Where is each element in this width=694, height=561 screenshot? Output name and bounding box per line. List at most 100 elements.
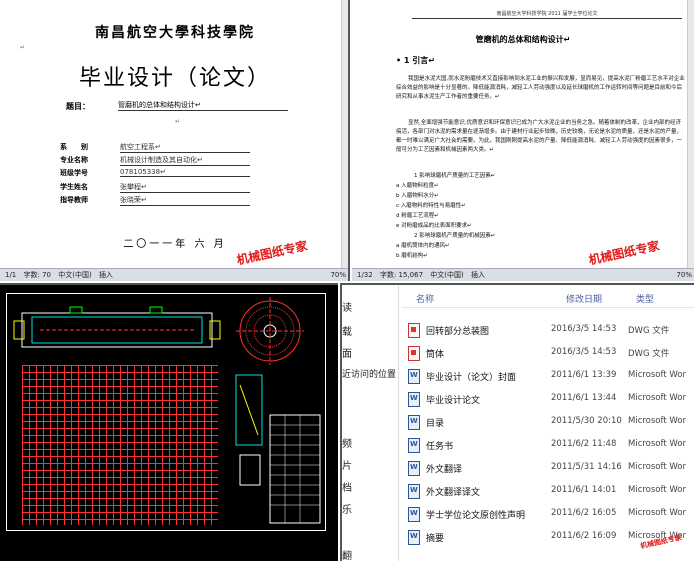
column-headers: 名称 修改日期 类型 [402, 285, 694, 308]
field-label: 专业名称 [60, 156, 88, 164]
liner-plate-grid [22, 365, 218, 525]
status-zoom[interactable]: 70% [676, 269, 692, 281]
detail-view [239, 454, 261, 486]
file-row[interactable]: 毕业设计（论文）封面 2011/6/1 13:39 Microsoft Wor [402, 365, 694, 387]
file-date: 2011/5/31 14:16 [551, 462, 622, 472]
nav-item[interactable]: 片 [342, 457, 352, 472]
thesis-cover-title: 毕业设计（论文） [78, 66, 271, 91]
list-item: c 入磨物料的特性与易磨性↵ [396, 203, 466, 209]
file-date: 2011/6/1 13:44 [551, 393, 617, 403]
vertical-scrollbar[interactable] [687, 0, 694, 269]
cover-document-window: 南昌航空大學科技學院 ↵ 毕业设计（论文） 题目： 管磨机的总体和结构设计↵ ↵… [0, 0, 350, 281]
paragraph-mark: ↵ [175, 118, 181, 125]
list-item: b 磨机结构↵ [396, 253, 428, 259]
list-item: b 入磨物料水分↵ [396, 193, 439, 199]
status-mode[interactable]: 插入 [471, 271, 485, 279]
status-bar: 1/32 字数: 15,067 中文(中国) 插入 70% [352, 268, 694, 281]
word-file-icon [408, 415, 420, 430]
nav-item[interactable]: 频 [342, 435, 352, 450]
file-row[interactable]: 目录 2011/5/30 20:10 Microsoft Wor [402, 411, 694, 433]
file-type: DWG 文件 [628, 349, 670, 359]
file-date: 2011/6/1 13:39 [551, 370, 617, 380]
page-header: 南昌航空大学科技学院 2011 届学士学位论文 [412, 10, 682, 19]
nav-item[interactable]: 翻 [342, 547, 352, 561]
nav-item[interactable]: 乐 [342, 501, 352, 516]
word-file-icon [408, 392, 420, 407]
nav-item-recent-places[interactable]: 近访问的位置 [342, 367, 396, 380]
column-header-name[interactable]: 名称 [416, 292, 434, 305]
file-name: 毕业设计（论文）封面 [426, 373, 517, 383]
vertical-scrollbar[interactable] [341, 0, 348, 269]
dwg-file-icon [408, 323, 420, 338]
status-bar: 1/1 字数: 70 中文(中国) 插入 70% [0, 268, 348, 281]
file-name: 学士学位论文原创性声明 [426, 511, 526, 521]
file-row[interactable]: 毕业设计论文 2011/6/1 13:44 Microsoft Wor [402, 388, 694, 410]
file-name: 目录 [426, 419, 445, 429]
navigation-pane: 读 载 面 近访问的位置 频 片 档 乐 翻 [342, 285, 399, 561]
file-date: 2011/6/2 11:48 [551, 439, 617, 449]
file-row[interactable]: 外文翻译译文 2011/6/1 14:01 Microsoft Wor [402, 480, 694, 502]
word-file-icon [408, 438, 420, 453]
status-words[interactable]: 字数: 15,067 [380, 271, 423, 279]
body-paragraph: 我国是水泥大国,而水泥粉磨技术又直接影响到水泥工业的振兴和发展，显而易见，提高水… [396, 76, 685, 100]
watermark: 机械图纸专家 [587, 238, 661, 268]
file-row[interactable]: 任务书 2011/6/2 11:48 Microsoft Wor [402, 434, 694, 456]
file-type: DWG 文件 [628, 326, 670, 336]
status-page[interactable]: 1/32 [357, 271, 373, 279]
file-explorer-window: 读 载 面 近访问的位置 频 片 档 乐 翻 名称 修改日期 类型 回转部分总装… [340, 283, 694, 561]
cad-drawing-window[interactable] [0, 283, 338, 561]
cylinder-liner [31, 316, 203, 344]
nav-item[interactable]: 载 [342, 323, 352, 338]
file-type: Microsoft Wor [628, 508, 686, 518]
status-page[interactable]: 1/1 [5, 271, 16, 279]
status-words[interactable]: 字数: 70 [24, 271, 52, 279]
file-name: 毕业设计论文 [426, 396, 481, 406]
file-row[interactable]: 筒体 2016/3/5 14:53 DWG 文件 [402, 342, 694, 364]
file-date: 2011/6/2 16:05 [551, 508, 617, 518]
file-date: 2011/6/1 14:01 [551, 485, 617, 495]
field-value: 机械设计制造及其自动化↵ [120, 155, 250, 166]
column-header-date[interactable]: 修改日期 [566, 292, 602, 305]
field-label: 班级学号 [60, 169, 88, 177]
file-name: 摘要 [426, 534, 445, 544]
manhole [69, 306, 83, 314]
list-item: 2 影响球磨机产质量的机械因素↵ [414, 233, 496, 239]
status-mode[interactable]: 插入 [99, 271, 113, 279]
body-paragraph: 显然,全面增强节能意识,优质意识和环保意识已成为广大水泥企业的当务之急。随着体制… [396, 120, 683, 153]
nav-item[interactable]: 面 [342, 345, 352, 360]
school-name: 南昌航空大學科技學院 [95, 25, 255, 41]
file-type: Microsoft Wor [628, 439, 686, 449]
field-value: 张晓荣↵ [120, 195, 250, 206]
status-language[interactable]: 中文(中国) [58, 271, 91, 279]
dwg-file-icon [408, 346, 420, 361]
status-zoom[interactable]: 70% [330, 269, 346, 281]
detail-line [239, 384, 259, 436]
list-item: d 粉磨工艺流程↵ [396, 213, 439, 219]
field-label: 学生姓名 [60, 183, 88, 191]
chapter-title: 管磨机的总体和结构设计↵ [475, 35, 571, 44]
file-row[interactable]: 学士学位论文原创性声明 2011/6/2 16:05 Microsoft Wor [402, 503, 694, 525]
word-file-icon [408, 484, 420, 499]
bill-of-materials [269, 414, 321, 524]
file-name: 筒体 [426, 350, 445, 360]
file-row[interactable]: 外文翻译 2011/5/31 14:16 Microsoft Wor [402, 457, 694, 479]
file-type: Microsoft Wor [628, 370, 686, 380]
list-item: a 磨机筒体内的通风↵ [396, 243, 450, 249]
nav-item[interactable]: 档 [342, 479, 352, 494]
file-row[interactable]: 回转部分总装图 2016/3/5 14:53 DWG 文件 [402, 319, 694, 341]
file-type: Microsoft Wor [628, 393, 686, 403]
field-label: 指导教师 [60, 196, 88, 204]
column-header-type[interactable]: 类型 [636, 292, 654, 305]
manhole [149, 306, 163, 314]
cylinder-outline [21, 312, 213, 348]
topic-label: 题目： [66, 102, 90, 111]
paragraph-mark: ↵ [20, 44, 26, 51]
file-date: 2011/6/2 16:09 [551, 531, 617, 541]
status-language[interactable]: 中文(中国) [430, 271, 463, 279]
file-type: Microsoft Wor [628, 485, 686, 495]
topic-value: 管磨机的总体和结构设计↵ [118, 100, 288, 111]
file-name: 回转部分总装图 [426, 327, 490, 337]
file-type: Microsoft Wor [628, 416, 686, 426]
section-heading: • 1 引言↵ [396, 56, 435, 65]
nav-item[interactable]: 读 [342, 299, 352, 314]
